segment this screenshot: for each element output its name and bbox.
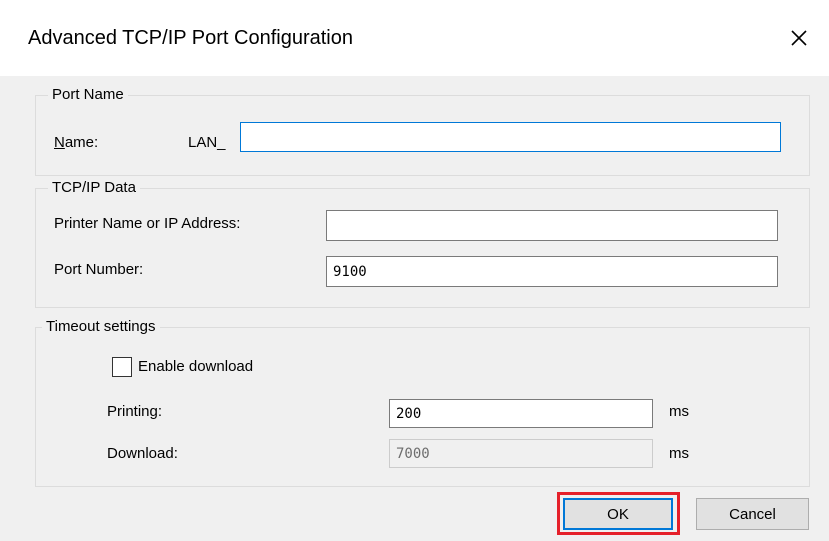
- name-label-mnemonic: N: [54, 134, 65, 151]
- title-bar: Advanced TCP/IP Port Configuration: [0, 0, 829, 76]
- address-input[interactable]: [326, 210, 778, 241]
- tcpip-data-group: TCP/IP Data Printer Name or IP Address: …: [35, 179, 810, 308]
- download-timeout-input: 7000: [389, 439, 653, 468]
- name-prefix: LAN_: [188, 134, 226, 151]
- printing-label: Printing:: [107, 403, 163, 420]
- enable-download-checkbox[interactable]: [112, 357, 132, 377]
- enable-download-label[interactable]: Enable download: [138, 358, 253, 375]
- name-label: Name:: [54, 134, 98, 151]
- address-label: Printer Name or IP Address:: [54, 215, 241, 232]
- ok-button-highlight: [557, 492, 680, 535]
- port-name-input[interactable]: [240, 122, 781, 152]
- port-number-input[interactable]: 9100: [326, 256, 778, 287]
- timeout-settings-group-label: Timeout settings: [42, 318, 160, 335]
- printing-unit: ms: [669, 403, 689, 420]
- printing-timeout-input[interactable]: 200: [389, 399, 653, 428]
- advanced-tcpip-dialog: Advanced TCP/IP Port Configuration Port …: [0, 0, 829, 541]
- close-icon: [791, 30, 807, 46]
- port-name-group: Port Name Name: LAN_: [35, 86, 810, 176]
- tcpip-data-group-label: TCP/IP Data: [48, 179, 140, 196]
- download-label: Download:: [107, 445, 178, 462]
- dialog-body: Port Name Name: LAN_ TCP/IP Data Printer…: [0, 76, 829, 541]
- dialog-title: Advanced TCP/IP Port Configuration: [28, 27, 353, 49]
- download-unit: ms: [669, 445, 689, 462]
- name-label-rest: ame:: [64, 134, 99, 151]
- timeout-settings-group: Timeout settings Enable download Printin…: [35, 318, 810, 487]
- port-number-label: Port Number:: [54, 261, 144, 278]
- port-name-group-label: Port Name: [48, 86, 128, 103]
- cancel-button[interactable]: Cancel: [696, 498, 809, 530]
- close-button[interactable]: [776, 18, 822, 58]
